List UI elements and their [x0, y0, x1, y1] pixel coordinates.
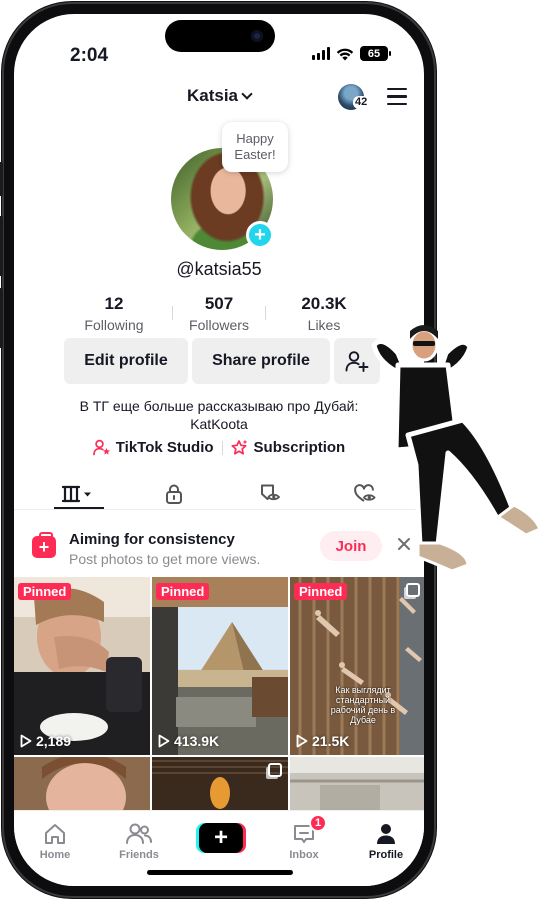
- briefcase-plus-icon: +: [32, 532, 56, 558]
- video-tile[interactable]: Pinned 2,189: [14, 577, 150, 755]
- nav-profile-label: Profile: [368, 849, 404, 861]
- tiktok-studio-label: TikTok Studio: [115, 439, 214, 456]
- stat-label: Likes: [307, 317, 341, 333]
- tabs-divider: [14, 509, 424, 510]
- bubble-line-2: Easter!: [234, 147, 276, 162]
- view-count-value: 413.9K: [174, 733, 220, 749]
- pinned-badge: Pinned: [18, 583, 72, 600]
- nav-home-label: Home: [39, 849, 71, 861]
- stat-following[interactable]: 12 Following: [74, 294, 154, 333]
- nav-friends[interactable]: Friends: [106, 821, 172, 861]
- create-plus-button[interactable]: +: [199, 823, 243, 853]
- volume-down-button: [0, 288, 3, 348]
- pinned-badge: Pinned: [294, 583, 348, 600]
- stat-value: 20.3K: [301, 294, 347, 313]
- home-indicator: [147, 870, 293, 875]
- mute-switch: [0, 162, 3, 196]
- home-icon: [45, 824, 65, 844]
- nav-home[interactable]: Home: [22, 821, 88, 861]
- subscription-link[interactable]: Subscription: [230, 439, 346, 456]
- signal-icon: [312, 47, 330, 60]
- stat-likes[interactable]: 20.3K Likes: [284, 294, 364, 333]
- pinned-badge: Pinned: [156, 583, 210, 600]
- profile-bio: В ТГ еще больше рассказываю про Дубай: K…: [14, 397, 424, 433]
- videos-grid-icon: [62, 485, 91, 503]
- stat-followers[interactable]: 507 Followers: [172, 294, 266, 333]
- view-count-value: 2,189: [36, 733, 72, 749]
- tab-reposts[interactable]: [245, 479, 295, 509]
- notifications-count: 42: [353, 96, 370, 109]
- inbox-badge: 1: [309, 814, 327, 832]
- profile-icon: [377, 824, 395, 844]
- phone-screen: 2:04 65 Katsia 42 + Happy Easter! @katsi…: [14, 14, 424, 886]
- video-caption: Как выглядит стандартный рабочий день в …: [330, 685, 396, 725]
- view-count-value: 21.5K: [312, 733, 350, 749]
- play-icon: [296, 734, 308, 748]
- tiktok-studio-link[interactable]: TikTok Studio: [92, 439, 214, 456]
- bookmark-eye-icon: [261, 484, 281, 501]
- stat-divider: [265, 306, 266, 320]
- nav-inbox-label: Inbox: [289, 849, 319, 861]
- subscription-label: Subscription: [253, 439, 346, 456]
- friends-icon: [126, 823, 152, 844]
- nav-profile[interactable]: Profile: [353, 821, 419, 861]
- play-icon: [158, 734, 170, 748]
- studio-person-star-icon: [92, 439, 110, 456]
- profile-tabs: [14, 479, 424, 509]
- video-thumbnail: [152, 577, 288, 755]
- tab-videos[interactable]: [54, 479, 104, 509]
- video-thumbnail: [14, 577, 150, 755]
- stat-divider: [172, 306, 173, 320]
- video-tile[interactable]: Pinned Как выглядит стандартный рабочий …: [290, 577, 424, 755]
- volume-up-button: [0, 216, 3, 276]
- share-profile-button[interactable]: Share profile: [192, 338, 330, 384]
- view-count: 21.5K: [296, 733, 349, 749]
- bio-line-1: В ТГ еще больше рассказываю про Дубай:: [79, 398, 359, 414]
- sitting-woman-sticker: [371, 325, 542, 573]
- tab-private[interactable]: [149, 479, 199, 509]
- consistency-banner[interactable]: + Aiming for consistency Post photos to …: [14, 523, 424, 571]
- photo-carousel-icon: [406, 583, 420, 597]
- battery-icon: 65: [360, 46, 391, 61]
- view-count: 413.9K: [158, 733, 219, 749]
- wifi-icon: [336, 48, 354, 60]
- account-name: Katsia: [186, 86, 239, 105]
- photo-carousel-icon: [268, 763, 282, 777]
- profile-handle: @katsia55: [176, 259, 262, 279]
- chevron-down-icon: [241, 88, 253, 100]
- links-divider: [221, 440, 223, 455]
- stat-label: Following: [84, 317, 144, 333]
- add-story-plus-icon[interactable]: +: [246, 221, 274, 249]
- stat-value: 12: [104, 294, 124, 313]
- status-icons: 65: [312, 46, 391, 61]
- profile-stats: 12 Following 507 Followers 20.3K Likes: [74, 294, 364, 333]
- menu-icon[interactable]: [387, 88, 407, 105]
- stat-value: 507: [204, 294, 234, 313]
- camera-icon: [251, 30, 263, 42]
- avatar-note-bubble[interactable]: Happy Easter!: [222, 122, 288, 172]
- nav-inbox[interactable]: 1 Inbox: [271, 814, 337, 861]
- subscription-star-icon: [230, 439, 247, 455]
- video-tile[interactable]: Pinned 413.9K: [152, 577, 288, 755]
- status-time: 2:04: [70, 45, 109, 66]
- stat-label: Followers: [189, 317, 249, 333]
- video-thumbnail: [290, 577, 424, 755]
- bubble-line-1: Happy: [236, 131, 274, 146]
- banner-subtitle: Post photos to get more views.: [69, 551, 261, 567]
- nav-friends-label: Friends: [119, 849, 159, 861]
- profile-action-buttons: Edit profile Share profile: [64, 338, 380, 384]
- profile-links: TikTok Studio Subscription: [14, 439, 424, 456]
- view-count: 2,189: [20, 733, 71, 749]
- banner-title: Aiming for consistency: [69, 531, 235, 548]
- dynamic-island: [165, 20, 275, 52]
- add-user-icon: [345, 351, 369, 372]
- bio-line-2: KatKoota: [190, 416, 248, 432]
- edit-profile-button[interactable]: Edit profile: [64, 338, 188, 384]
- play-icon: [20, 734, 32, 748]
- lock-icon: [166, 484, 182, 504]
